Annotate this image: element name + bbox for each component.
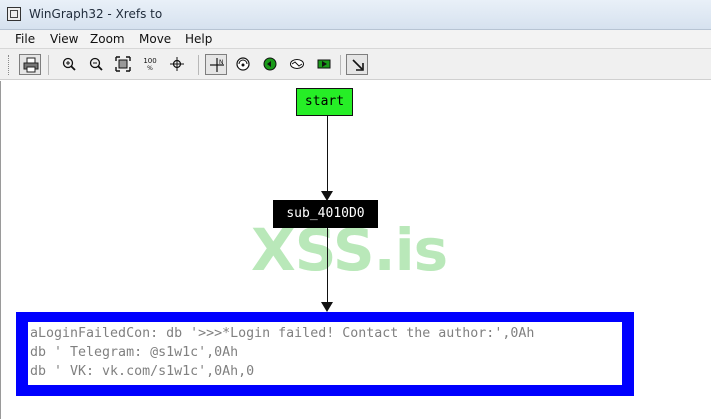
zoom-100-button[interactable]: 100 % [139, 54, 161, 75]
zoom-out-button[interactable] [85, 54, 107, 75]
move-icon: N [210, 58, 224, 72]
menu-move[interactable]: Move [139, 32, 171, 46]
zoom-100-icon: 100 % [143, 57, 156, 72]
edge-sub-to-data [327, 228, 328, 306]
move-button[interactable]: N [205, 54, 227, 75]
toolbar-separator [48, 55, 49, 75]
zoom-out-icon [89, 57, 103, 71]
print-button[interactable] [19, 54, 41, 75]
toolbar-separator [340, 55, 341, 75]
data-line: aLoginFailedCon: db '>>>*Login failed! C… [30, 326, 535, 341]
menu-bar: File View Zoom Move Help [0, 30, 711, 49]
printer-icon [23, 57, 39, 73]
rotate-icon [236, 57, 250, 71]
pointer-button[interactable] [346, 54, 368, 75]
green-node-icon [263, 57, 277, 71]
arrow-cursor-icon [352, 59, 364, 71]
layout-button[interactable] [286, 54, 308, 75]
svg-text:N: N [219, 59, 224, 66]
menu-file[interactable]: File [15, 32, 35, 46]
data-line: db ' Telegram: @s1w1c',0Ah [30, 345, 239, 360]
data-node-body: aLoginFailedCon: db '>>>*Login failed! C… [28, 322, 622, 385]
menu-zoom[interactable]: Zoom [90, 32, 125, 46]
fit-window-button[interactable] [112, 54, 134, 75]
edge-arrowhead [321, 302, 333, 312]
center-button[interactable] [166, 54, 188, 75]
window-title: WinGraph32 - Xrefs to [29, 7, 163, 21]
menu-view[interactable]: View [50, 32, 78, 46]
title-bar[interactable]: WinGraph32 - Xrefs to [0, 0, 711, 30]
node-data-string[interactable]: aLoginFailedCon: db '>>>*Login failed! C… [16, 312, 634, 396]
zoom-in-button[interactable] [58, 54, 80, 75]
node-sub-4010d0[interactable]: sub_4010D0 [273, 200, 378, 228]
layout-icon [290, 59, 304, 69]
zoom-in-icon [62, 57, 76, 71]
next-node-button[interactable] [313, 54, 335, 75]
node-start[interactable]: start [296, 88, 353, 116]
data-line: db ' VK: vk.com/s1w1c',0Ah,0 [30, 364, 255, 379]
toolbar-grip[interactable] [8, 55, 11, 75]
green-node-button[interactable] [259, 54, 281, 75]
toolbar-separator [198, 55, 199, 75]
fit-window-icon [115, 56, 131, 72]
next-node-icon [317, 59, 331, 69]
zoom-100-label: 100 [143, 57, 156, 65]
edge-start-to-sub [327, 116, 328, 194]
center-icon [170, 57, 184, 71]
toolbar: 100 % N [0, 49, 711, 80]
rotate-button[interactable] [232, 54, 254, 75]
menu-help[interactable]: Help [185, 32, 212, 46]
app-icon [7, 7, 21, 21]
zoom-100-sub: % [147, 65, 153, 72]
